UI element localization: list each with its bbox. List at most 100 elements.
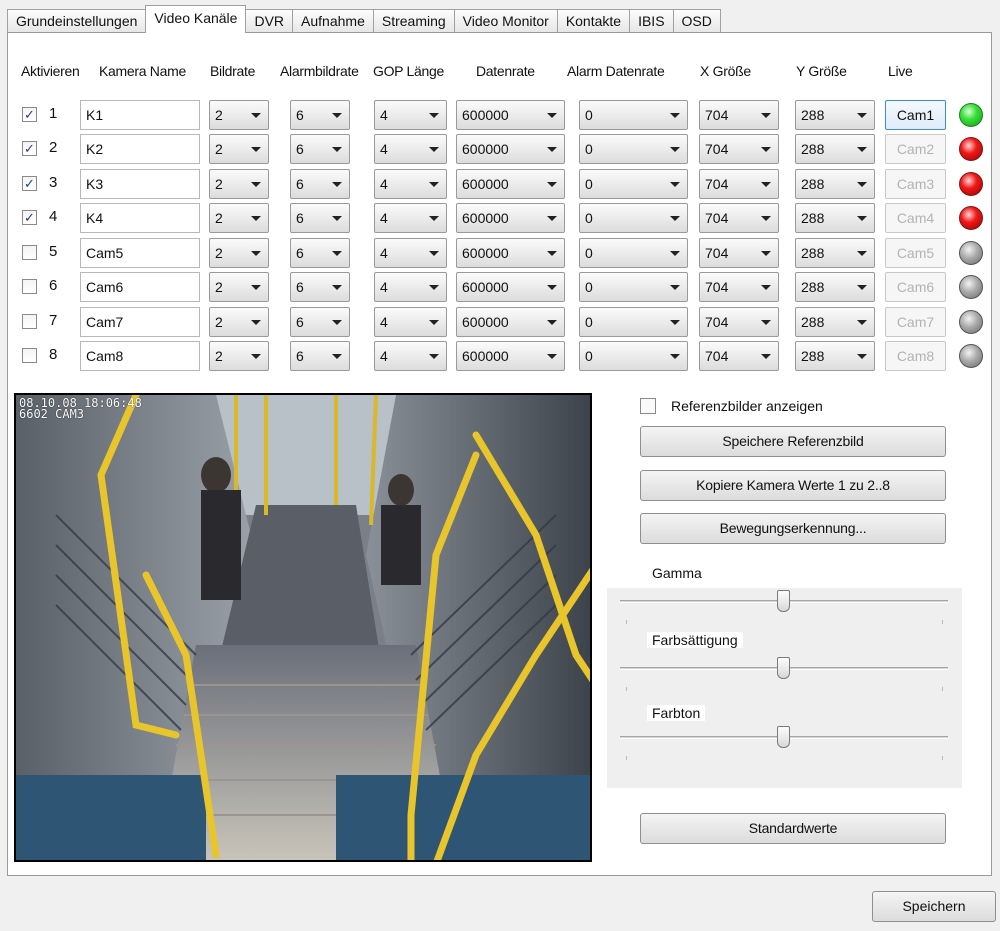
chevron-down-icon xyxy=(251,216,261,221)
bildrate-select[interactable]: 2 xyxy=(209,238,269,268)
tab-video-kanaele[interactable]: Video Kanäle xyxy=(145,5,247,33)
datenrate-select[interactable]: 600000 xyxy=(456,134,565,164)
alarm-datenrate-select[interactable]: 0 xyxy=(579,100,688,130)
y-groesse-select[interactable]: 288 xyxy=(795,307,875,337)
activate-checkbox[interactable] xyxy=(22,348,37,363)
gop-laenge-select[interactable]: 4 xyxy=(374,272,447,302)
live-button[interactable]: Cam6 xyxy=(885,272,946,302)
bildrate-select[interactable]: 2 xyxy=(209,100,269,130)
live-button[interactable]: Cam3 xyxy=(885,169,946,199)
x-groesse-select[interactable]: 704 xyxy=(699,341,779,371)
y-groesse-select[interactable]: 288 xyxy=(795,272,875,302)
x-groesse-select[interactable]: 704 xyxy=(699,169,779,199)
gop-laenge-select[interactable]: 4 xyxy=(374,169,447,199)
camera-name-input[interactable]: Cam7 xyxy=(80,307,200,337)
x-groesse-select[interactable]: 704 xyxy=(699,307,779,337)
datenrate-select[interactable]: 600000 xyxy=(456,238,565,268)
datenrate-select[interactable]: 600000 xyxy=(456,341,565,371)
alarm-datenrate-select[interactable]: 0 xyxy=(579,134,688,164)
alarm-datenrate-select[interactable]: 0 xyxy=(579,341,688,371)
gamma-slider-thumb[interactable] xyxy=(777,590,790,612)
datenrate-select[interactable]: 600000 xyxy=(456,100,565,130)
alarmbildrate-select[interactable]: 6 xyxy=(290,100,350,130)
alarmbildrate-select[interactable]: 6 xyxy=(290,272,350,302)
activate-checkbox[interactable] xyxy=(22,314,37,329)
alarmbildrate-select[interactable]: 6 xyxy=(290,134,350,164)
alarm-datenrate-select[interactable]: 0 xyxy=(579,272,688,302)
y-groesse-select[interactable]: 288 xyxy=(795,169,875,199)
activate-checkbox[interactable]: ✓ xyxy=(22,107,37,122)
camera-name-input[interactable]: K4 xyxy=(80,203,200,233)
camera-name-input[interactable]: K3 xyxy=(80,169,200,199)
alarm-datenrate-select[interactable]: 0 xyxy=(579,238,688,268)
x-groesse-select[interactable]: 704 xyxy=(699,238,779,268)
bildrate-select[interactable]: 2 xyxy=(209,169,269,199)
activate-checkbox[interactable]: ✓ xyxy=(22,141,37,156)
alarmbildrate-select[interactable]: 6 xyxy=(290,169,350,199)
farbsaettigung-slider-thumb[interactable] xyxy=(777,657,790,679)
activate-checkbox[interactable]: ✓ xyxy=(22,210,37,225)
bildrate-select[interactable]: 2 xyxy=(209,341,269,371)
live-button[interactable]: Cam5 xyxy=(885,238,946,268)
datenrate-select[interactable]: 600000 xyxy=(456,169,565,199)
alarmbildrate-select[interactable]: 6 xyxy=(290,341,350,371)
y-groesse-select[interactable]: 288 xyxy=(795,100,875,130)
camera-name-input[interactable]: K2 xyxy=(80,134,200,164)
tab-ibis[interactable]: IBIS xyxy=(629,9,674,33)
activate-checkbox[interactable] xyxy=(22,245,37,260)
alarmbildrate-select[interactable]: 6 xyxy=(290,307,350,337)
gop-laenge-select[interactable]: 4 xyxy=(374,100,447,130)
x-groesse-select[interactable]: 704 xyxy=(699,100,779,130)
x-groesse-select[interactable]: 704 xyxy=(699,203,779,233)
tab-aufnahme[interactable]: Aufnahme xyxy=(292,9,374,33)
live-button[interactable]: Cam7 xyxy=(885,307,946,337)
alarmbildrate-select[interactable]: 6 xyxy=(290,203,350,233)
save-button[interactable]: Speichern xyxy=(872,891,996,922)
alarm-datenrate-select[interactable]: 0 xyxy=(579,307,688,337)
camera-name-input[interactable]: Cam8 xyxy=(80,341,200,371)
live-button[interactable]: Cam2 xyxy=(885,134,946,164)
tab-video-monitor[interactable]: Video Monitor xyxy=(453,9,558,33)
motion-detection-button[interactable]: Bewegungserkennung... xyxy=(640,513,946,544)
default-values-button[interactable]: Standardwerte xyxy=(640,813,946,844)
alarm-datenrate-select[interactable]: 0 xyxy=(579,169,688,199)
alarmbildrate-select[interactable]: 6 xyxy=(290,238,350,268)
tab-streaming[interactable]: Streaming xyxy=(372,9,455,33)
y-groesse-select[interactable]: 288 xyxy=(795,203,875,233)
activate-checkbox[interactable]: ✓ xyxy=(22,176,37,191)
gop-laenge-select[interactable]: 4 xyxy=(374,238,447,268)
save-reference-button[interactable]: Speichere Referenzbild xyxy=(640,426,946,457)
x-groesse-select[interactable]: 704 xyxy=(699,272,779,302)
y-groesse-select[interactable]: 288 xyxy=(795,134,875,164)
alarm-datenrate-select[interactable]: 0 xyxy=(579,203,688,233)
tab-dvr[interactable]: DVR xyxy=(245,9,294,33)
gop-laenge-select[interactable]: 4 xyxy=(374,134,447,164)
datenrate-select[interactable]: 600000 xyxy=(456,203,565,233)
y-groesse-select[interactable]: 288 xyxy=(795,238,875,268)
camera-name-input[interactable]: K1 xyxy=(80,100,200,130)
live-button[interactable]: Cam1 xyxy=(885,100,946,130)
referenzbilder-checkbox[interactable] xyxy=(640,398,656,414)
tab-osd[interactable]: OSD xyxy=(672,9,721,33)
gop-laenge-select[interactable]: 4 xyxy=(374,307,447,337)
activate-checkbox[interactable] xyxy=(22,279,37,294)
x-groesse-select[interactable]: 704 xyxy=(699,134,779,164)
bildrate-select[interactable]: 2 xyxy=(209,134,269,164)
datenrate-select[interactable]: 600000 xyxy=(456,307,565,337)
live-button[interactable]: Cam8 xyxy=(885,341,946,371)
gop-laenge-select[interactable]: 4 xyxy=(374,341,447,371)
bildrate-select[interactable]: 2 xyxy=(209,203,269,233)
tab-kontakte[interactable]: Kontakte xyxy=(556,9,631,33)
live-button[interactable]: Cam4 xyxy=(885,203,946,233)
tab-grundeinstellungen[interactable]: Grundeinstellungen xyxy=(7,9,147,33)
camera-name-input[interactable]: Cam5 xyxy=(80,238,200,268)
y-groesse-select[interactable]: 288 xyxy=(795,341,875,371)
bildrate-select[interactable]: 2 xyxy=(209,307,269,337)
farbton-slider-thumb[interactable] xyxy=(777,726,790,748)
bildrate-select[interactable]: 2 xyxy=(209,272,269,302)
copy-camera-values-button[interactable]: Kopiere Kamera Werte 1 zu 2..8 xyxy=(640,470,946,501)
gop-laenge-select[interactable]: 4 xyxy=(374,203,447,233)
camera-name-input[interactable]: Cam6 xyxy=(80,272,200,302)
datenrate-select[interactable]: 600000 xyxy=(456,272,565,302)
chevron-down-icon xyxy=(761,354,771,359)
